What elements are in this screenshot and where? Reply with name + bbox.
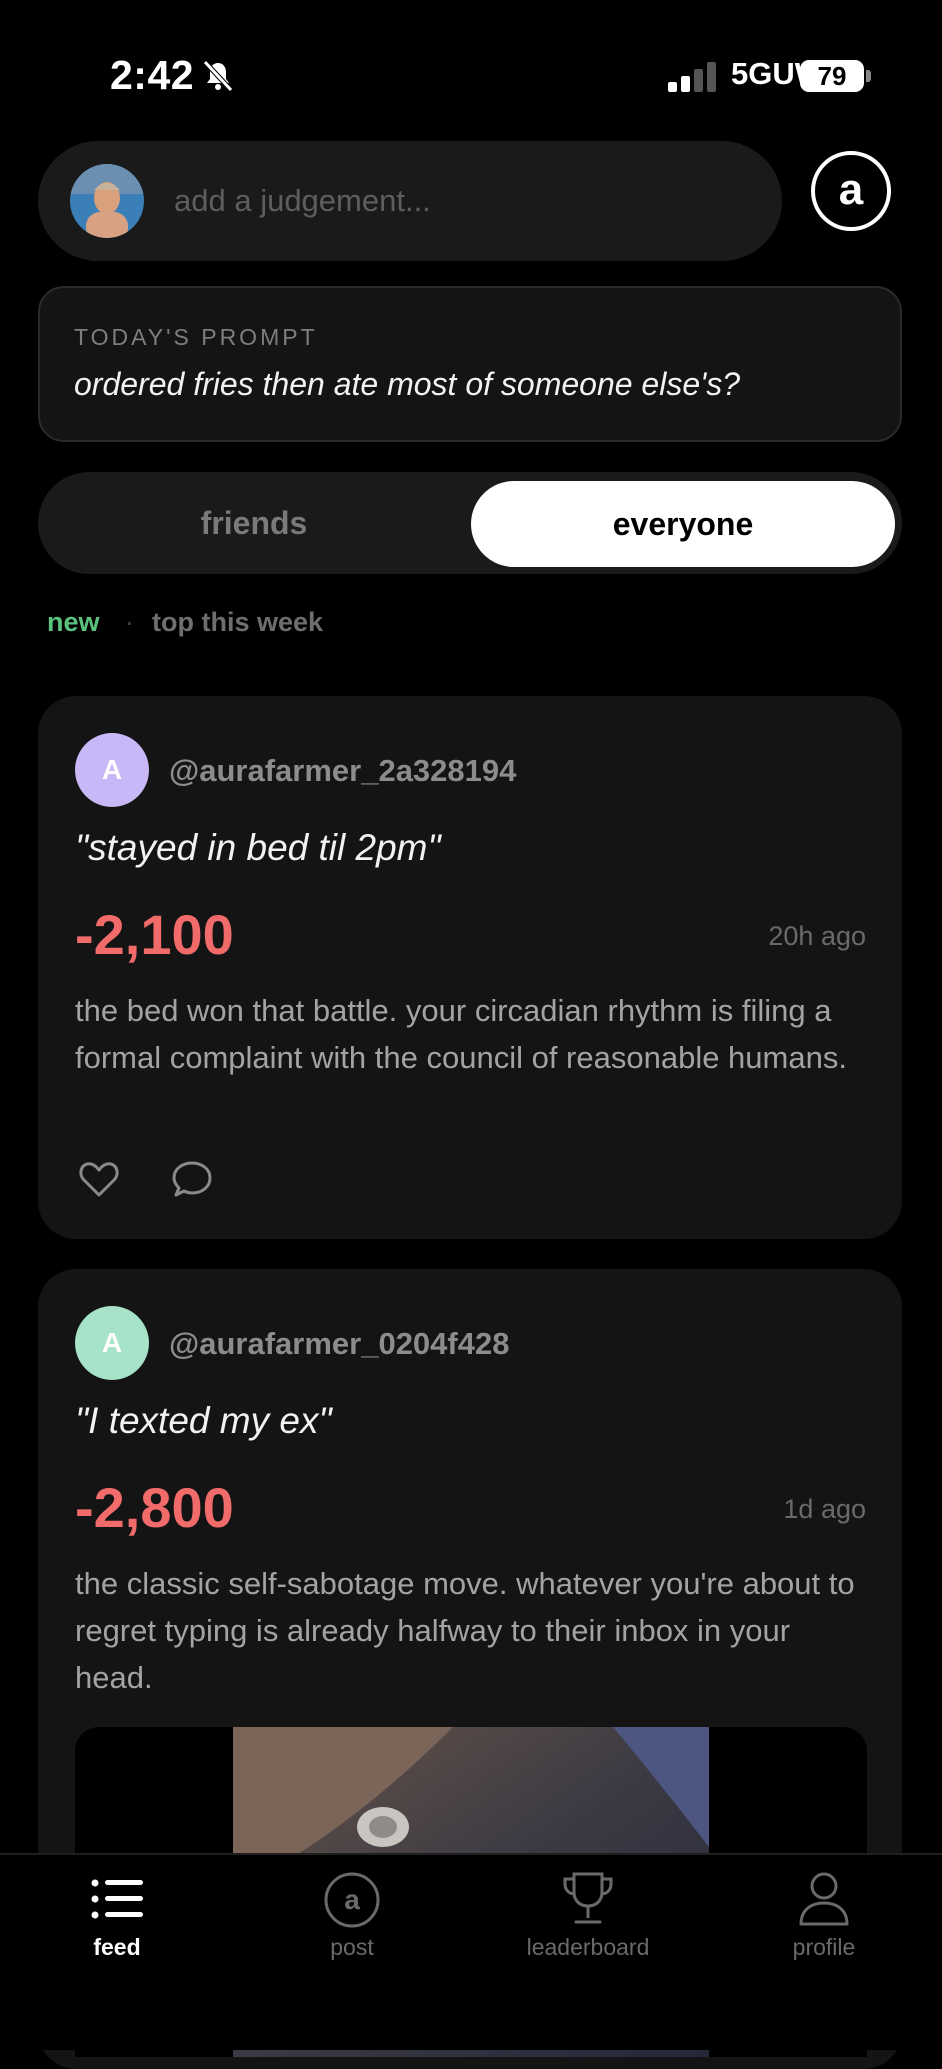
tab-profile[interactable]: profile: [724, 1934, 924, 1961]
post-username[interactable]: @aurafarmer_2a328194: [169, 753, 516, 789]
post-a-icon[interactable]: a: [323, 1871, 381, 1929]
svg-text:a: a: [344, 1884, 360, 1915]
judgement-input-placeholder[interactable]: add a judgement...: [174, 183, 431, 219]
post-body: the classic self-sabotage move. whatever…: [75, 1566, 855, 1695]
post-username[interactable]: @aurafarmer_0204f428: [169, 1326, 509, 1362]
post-quote: "I texted my ex": [75, 1400, 332, 1441]
user-avatar[interactable]: A: [75, 733, 149, 807]
filter-top-this-week[interactable]: top this week: [152, 607, 323, 638]
post-body: the bed won that battle. your circadian …: [75, 993, 847, 1075]
avatar[interactable]: [70, 164, 144, 238]
post-timestamp: 1d ago: [783, 1494, 866, 1524]
list-icon[interactable]: [91, 1877, 143, 1921]
tab-everyone[interactable]: everyone: [471, 481, 895, 567]
post-score: -2,100: [75, 903, 234, 966]
todays-prompt-card[interactable]: [38, 286, 902, 442]
battery-level: 79: [800, 60, 864, 92]
comment-icon[interactable]: [170, 1157, 214, 1201]
prompt-text: ordered fries then ate most of someone e…: [74, 366, 741, 402]
person-icon[interactable]: [798, 1870, 850, 1928]
trophy-icon[interactable]: [560, 1870, 616, 1928]
filter-new[interactable]: new: [47, 607, 100, 638]
heart-icon[interactable]: [77, 1157, 121, 1201]
post-score: -2,800: [75, 1476, 234, 1539]
battery-tip: [866, 70, 871, 82]
user-avatar[interactable]: A: [75, 1306, 149, 1380]
signal-icon: [668, 62, 716, 92]
prompt-label: TODAY'S PROMPT: [74, 324, 318, 350]
bell-muted-icon: [203, 60, 233, 92]
status-time: 2:42: [110, 52, 195, 98]
tab-feed[interactable]: feed: [17, 1934, 217, 1961]
app-logo-button[interactable]: a: [811, 151, 891, 231]
post-quote: "stayed in bed til 2pm": [75, 827, 441, 868]
post-timestamp: 20h ago: [768, 921, 866, 951]
tab-post[interactable]: post: [252, 1934, 452, 1961]
tab-friends[interactable]: friends: [38, 472, 470, 574]
filter-separator: ·: [125, 607, 134, 637]
tab-leaderboard[interactable]: leaderboard: [488, 1934, 688, 1961]
